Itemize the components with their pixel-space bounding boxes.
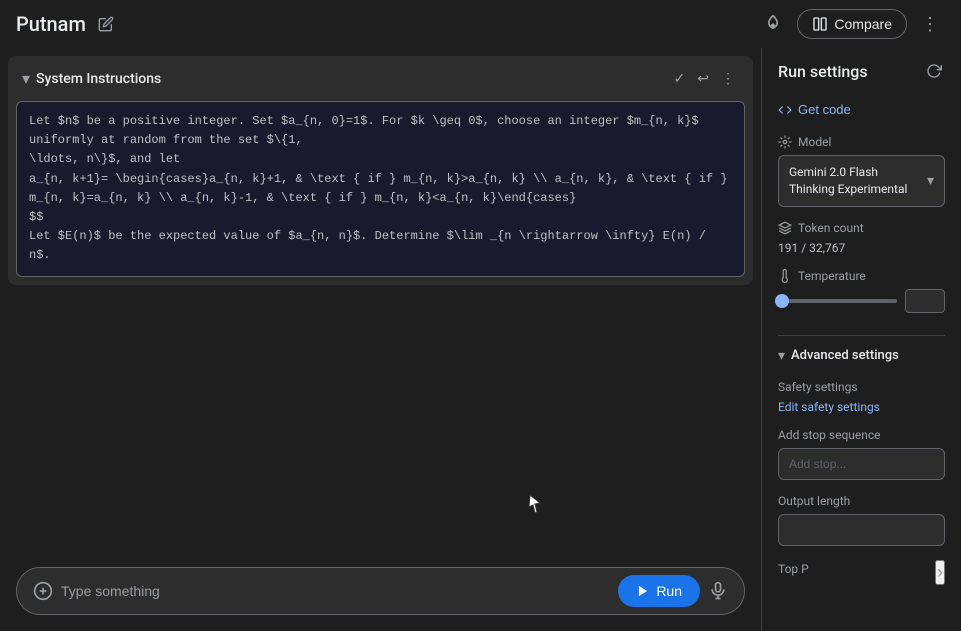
output-length-input[interactable]: 8192 — [778, 514, 945, 546]
temperature-label: Temperature — [778, 269, 945, 283]
run-settings-header: Run settings — [778, 60, 945, 82]
output-length-section: Output length 8192 — [778, 494, 945, 560]
model-selector[interactable]: Gemini 2.0 Flash Thinking Experimental ▾ — [778, 155, 945, 207]
system-instructions-title: System Instructions — [36, 71, 664, 87]
section-actions: ✓ ↩ ⋮ — [670, 66, 739, 91]
stop-sequence-input[interactable] — [778, 448, 945, 480]
top-p-section: Top P › — [778, 560, 945, 585]
stop-sequence-label: Add stop sequence — [778, 428, 945, 442]
bottom-input-area: Run — [16, 567, 745, 615]
check-icon-button[interactable]: ✓ — [670, 66, 690, 91]
run-settings-title: Run settings — [778, 62, 868, 81]
slider-track — [778, 299, 897, 303]
advanced-settings-title: Advanced settings — [791, 348, 899, 363]
compare-button[interactable]: Compare — [797, 9, 907, 39]
page-title: Putnam — [16, 12, 86, 36]
instructions-content[interactable]: Let $n$ be a positive integer. Set $a_{n… — [16, 101, 745, 277]
token-count-label: Token count — [778, 221, 945, 235]
expand-panel-button[interactable]: › — [935, 560, 945, 585]
temperature-section: Temperature 0 — [778, 269, 945, 313]
top-p-label: Top P — [778, 562, 809, 576]
refresh-settings-button[interactable] — [923, 60, 945, 82]
cursor-indicator — [528, 493, 542, 519]
microphone-button[interactable] — [708, 581, 728, 601]
temperature-input[interactable]: 0 — [905, 289, 945, 313]
section-chevron-icon: ▾ — [22, 69, 30, 88]
advanced-settings-header[interactable]: ▾ Advanced settings — [778, 344, 945, 368]
run-button[interactable]: Run — [618, 575, 700, 607]
token-count-section: Token count 191 / 32,767 — [778, 221, 945, 255]
model-label: Model — [778, 135, 945, 149]
slider-thumb[interactable] — [775, 294, 789, 308]
header: Putnam Compare ⋮ — [0, 0, 961, 48]
safety-settings-section: Safety settings Edit safety settings — [778, 380, 945, 428]
safety-settings-label: Safety settings — [778, 380, 945, 394]
main-layout: ▾ System Instructions ✓ ↩ ⋮ Let $n$ be a… — [0, 48, 961, 631]
system-instructions-section: ▾ System Instructions ✓ ↩ ⋮ Let $n$ be a… — [8, 56, 753, 285]
fire-icon-button[interactable] — [757, 8, 789, 40]
system-instructions-header[interactable]: ▾ System Instructions ✓ ↩ ⋮ — [8, 56, 753, 101]
run-settings-panel: Run settings Get code Model — [761, 48, 961, 631]
model-name: Gemini 2.0 Flash Thinking Experimental — [789, 164, 921, 198]
edit-safety-settings-link[interactable]: Edit safety settings — [778, 400, 945, 414]
model-dropdown-chevron-icon: ▾ — [927, 173, 934, 189]
left-panel: ▾ System Instructions ✓ ↩ ⋮ Let $n$ be a… — [0, 48, 761, 631]
get-code-button[interactable]: Get code — [778, 98, 945, 121]
temperature-controls: 0 — [778, 289, 945, 313]
add-content-button[interactable] — [33, 581, 53, 601]
undo-icon-button[interactable]: ↩ — [693, 66, 713, 91]
header-actions: Compare ⋮ — [757, 8, 945, 41]
chat-input[interactable] — [61, 583, 610, 599]
content-area — [8, 293, 753, 556]
divider — [778, 335, 945, 336]
advanced-chevron-icon: ▾ — [778, 348, 785, 364]
stop-sequence-section: Add stop sequence — [778, 428, 945, 494]
token-count-value: 191 / 32,767 — [778, 241, 945, 255]
more-icon-button[interactable]: ⋮ — [717, 66, 739, 91]
instructions-text: Let $n$ be a positive integer. Set $a_{n… — [29, 112, 732, 266]
more-options-button[interactable]: ⋮ — [915, 8, 945, 41]
output-length-label: Output length — [778, 494, 945, 508]
edit-title-button[interactable] — [92, 10, 120, 38]
temperature-slider[interactable] — [778, 291, 897, 311]
